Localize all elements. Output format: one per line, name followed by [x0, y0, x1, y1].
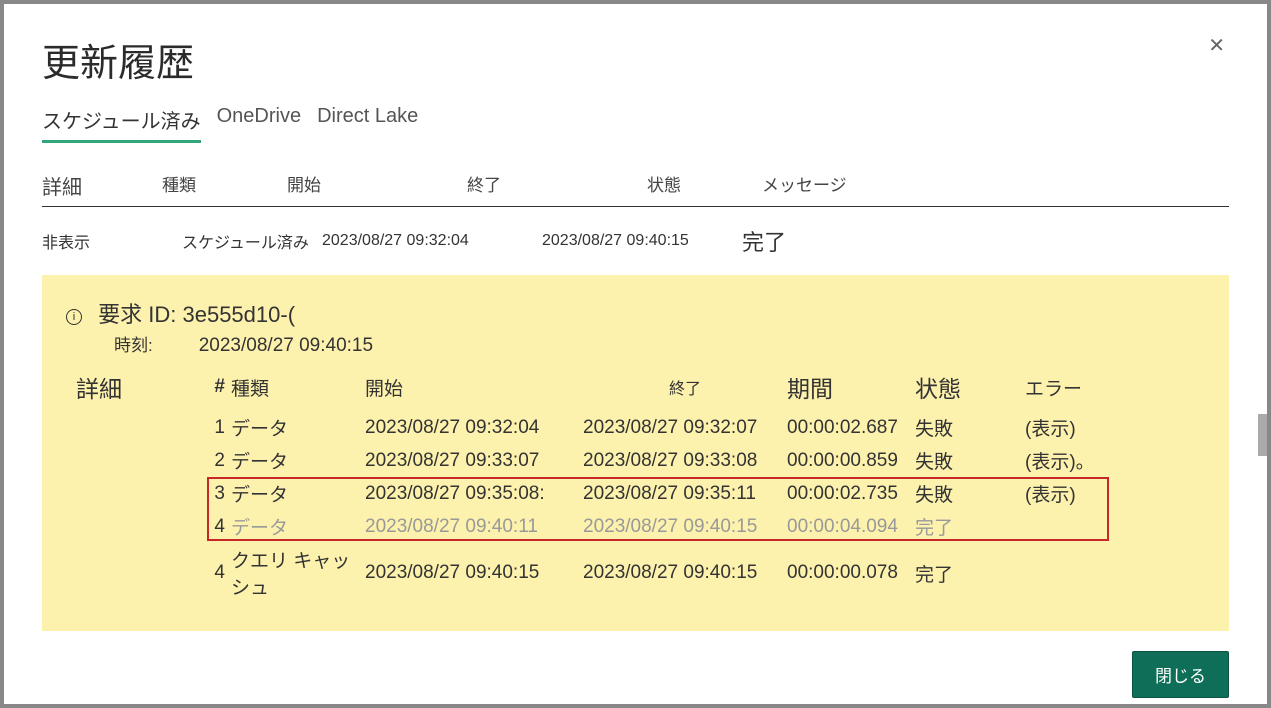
row-kind: スケジュール済み: [182, 229, 322, 253]
dr-num: 4: [201, 516, 225, 538]
dr-start: 2023/08/27 09:35:08:: [365, 483, 583, 505]
time-label: 時刻:: [114, 331, 194, 356]
th-kind: 種類: [162, 171, 287, 200]
dr-status: 失敗: [915, 447, 1025, 474]
dr-end: 2023/08/27 09:33:08: [583, 450, 787, 472]
th-message: メッセージ: [762, 171, 1229, 200]
dr-start: 2023/08/27 09:33:07: [365, 450, 583, 472]
dr-status: 失敗: [915, 480, 1025, 507]
detail-row: 2 データ 2023/08/27 09:33:07 2023/08/27 09:…: [66, 444, 1205, 477]
dh-end: 終了: [583, 375, 787, 399]
dr-num: 3: [201, 483, 225, 505]
detail-row: 1 データ 2023/08/27 09:32:04 2023/08/27 09:…: [66, 411, 1205, 444]
detail-panel: i 要求 ID: 3e555d10-( 時刻: 2023/08/27 09:40…: [42, 275, 1229, 631]
row-status: 完了: [742, 225, 857, 257]
dr-kind: データ: [225, 414, 365, 441]
dr-num: 4: [201, 562, 225, 584]
dr-end: 2023/08/27 09:40:15: [583, 562, 787, 584]
info-icon: i: [66, 309, 82, 325]
dr-kind: クエリ キャッシュ: [225, 546, 365, 600]
dr-dur: 00:00:02.687: [787, 417, 915, 439]
dr-end: 2023/08/27 09:40:15: [583, 516, 787, 538]
detail-row: 3 データ 2023/08/27 09:35:08: 2023/08/27 09…: [66, 477, 1205, 510]
dh-start: 開始: [365, 374, 583, 401]
th-status: 状態: [647, 171, 762, 200]
time-value: 2023/08/27 09:40:15: [199, 335, 373, 356]
dr-status: 完了: [915, 560, 1025, 587]
dh-dur: 期間: [787, 370, 915, 404]
close-button[interactable]: 閉じる: [1132, 651, 1229, 698]
refresh-history-dialog: 更新履歴 ✕ スケジュール済み OneDrive Direct Lake 詳細 …: [4, 4, 1267, 704]
row-end: 2023/08/27 09:40:15: [542, 232, 742, 250]
dh-status: 状態: [915, 370, 1025, 404]
tab-onedrive[interactable]: OneDrive: [217, 105, 301, 143]
dr-dur: 00:00:04.094: [787, 516, 915, 538]
dr-dur: 00:00:00.078: [787, 562, 915, 584]
dr-dur: 00:00:00.859: [787, 450, 915, 472]
dr-kind: データ: [225, 447, 365, 474]
dh-num: #: [201, 376, 225, 398]
dialog-title: 更新履歴: [42, 32, 194, 87]
request-id-label: 要求 ID:: [98, 302, 176, 327]
dh-kind: 種類: [225, 374, 365, 401]
dh-error: エラー: [1025, 374, 1115, 401]
detail-row: 4 クエリ キャッシュ 2023/08/27 09:40:15 2023/08/…: [66, 543, 1205, 603]
dr-dur: 00:00:02.735: [787, 483, 915, 505]
dr-kind: データ: [225, 513, 365, 540]
dr-num: 1: [201, 417, 225, 439]
th-end: 終了: [467, 171, 647, 200]
tabs: スケジュール済み OneDrive Direct Lake: [42, 105, 1229, 143]
tab-scheduled[interactable]: スケジュール済み: [42, 105, 201, 143]
detail-row: 4 データ 2023/08/27 09:40:11 2023/08/27 09:…: [66, 510, 1205, 543]
dr-start: 2023/08/27 09:32:04: [365, 417, 583, 439]
dr-error[interactable]: (表示): [1025, 480, 1115, 507]
dr-error[interactable]: (表示): [1025, 414, 1115, 441]
main-table-header: 詳細 種類 開始 終了 状態 メッセージ: [42, 171, 1229, 207]
th-start: 開始: [287, 171, 467, 200]
dr-start: 2023/08/27 09:40:11: [365, 516, 583, 538]
dr-num: 2: [201, 450, 225, 472]
detail-table-header: 詳細 # 種類 開始 終了 期間 状態 エラー: [66, 367, 1205, 407]
dr-kind: データ: [225, 480, 365, 507]
toggle-detail-link[interactable]: 非表示: [42, 229, 182, 253]
row-start: 2023/08/27 09:32:04: [322, 232, 542, 250]
request-id-value: 3e555d10-(: [182, 302, 295, 327]
summary-row: 非表示 スケジュール済み 2023/08/27 09:32:04 2023/08…: [42, 207, 1229, 275]
th-detail: 詳細: [42, 171, 162, 200]
dr-status: 完了: [915, 513, 1025, 540]
detail-section-label: 詳細: [76, 370, 201, 404]
dr-end: 2023/08/27 09:32:07: [583, 417, 787, 439]
dr-status: 失敗: [915, 414, 1025, 441]
dr-start: 2023/08/27 09:40:15: [365, 562, 583, 584]
tab-directlake[interactable]: Direct Lake: [317, 105, 418, 143]
dr-error[interactable]: (表示)。: [1025, 447, 1115, 474]
vertical-scrollbar[interactable]: [1258, 414, 1267, 456]
close-icon[interactable]: ✕: [1204, 32, 1229, 60]
dr-end: 2023/08/27 09:35:11: [583, 483, 787, 505]
